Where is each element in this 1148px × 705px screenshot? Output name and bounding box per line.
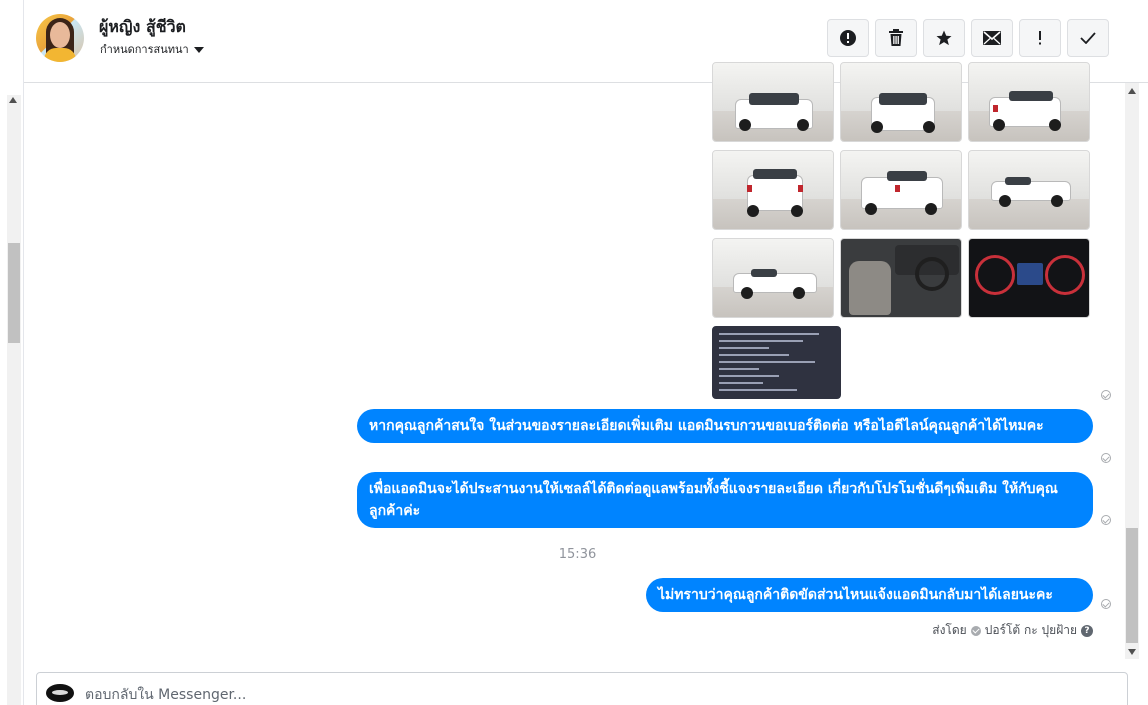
car-photo[interactable] [840,150,962,230]
message-bubble[interactable]: หากคุณลูกค้าสนใจ ในส่วนของรายละเอียดเพิ่… [357,409,1093,443]
car-interior-photo[interactable] [840,238,962,318]
trash-icon [889,29,903,46]
left-scrollbar[interactable] [7,95,21,705]
scroll-up-icon[interactable] [1128,88,1136,94]
message-timestamp: 15:36 [558,547,597,562]
star-button[interactable] [923,19,965,57]
car-spec-image[interactable] [712,326,841,399]
scroll-down-icon[interactable] [1128,649,1136,655]
read-receipt-icon [1101,453,1111,463]
left-scroll-up-icon[interactable] [9,97,17,103]
help-icon[interactable]: ? [1081,624,1093,637]
reply-input[interactable] [85,685,985,705]
assign-conversation-dropdown[interactable]: กำหนดการสนทนา [100,40,204,58]
car-photo[interactable] [712,62,834,142]
follow-up-button[interactable] [1019,19,1061,57]
contact-name[interactable]: ผู้หญิง สู้ชีวิต [99,15,186,40]
message-bubble[interactable]: ไม่ทราบว่าคุณลูกค้าติดขัดส่วนไหนแจ้งแอดม… [646,578,1093,612]
read-receipt-icon [1101,390,1111,400]
car-photo[interactable] [968,62,1090,142]
page-logo-icon [46,684,74,702]
done-button[interactable] [1067,19,1109,57]
envelope-icon [983,31,1001,45]
car-dashboard-photo[interactable] [968,238,1090,318]
read-receipt-icon [1101,599,1111,609]
spam-alert-button[interactable] [827,19,869,57]
car-photo[interactable] [840,62,962,142]
sent-by-name: ปอร์โต้ กะ ปุยฝ้าย [984,623,1077,637]
car-photo[interactable] [712,238,834,318]
verified-icon [970,625,981,636]
sent-by-info: ส่งโดย ปอร์โต้ กะ ปุยฝ้าย ? [932,621,1093,640]
exclamation-icon [1039,31,1041,45]
messenger-inbox: ผู้หญิง สู้ชีวิต กำหนดการสนทนา หากคุณลูก… [0,0,1148,705]
contact-avatar[interactable] [36,14,84,62]
check-icon [1080,32,1096,44]
sent-by-prefix: ส่งโดย [932,623,967,637]
conversation-scrollbar-thumb[interactable] [1126,528,1138,643]
read-receipt-icon [1101,515,1111,525]
message-bubble[interactable]: เพื่อแอดมินจะได้ประสานงานให้เซลล์ได้ติดต… [357,472,1093,528]
reply-composer [36,672,1128,705]
caret-down-icon [193,46,204,53]
car-photo[interactable] [968,150,1090,230]
assign-conversation-label: กำหนดการสนทนา [100,43,189,56]
delete-button[interactable] [875,19,917,57]
alert-circle-icon [840,30,856,46]
left-scrollbar-thumb[interactable] [8,243,20,343]
car-photo[interactable] [712,150,834,230]
mark-unread-button[interactable] [971,19,1013,57]
header-actions [827,19,1109,57]
star-icon [936,30,952,46]
